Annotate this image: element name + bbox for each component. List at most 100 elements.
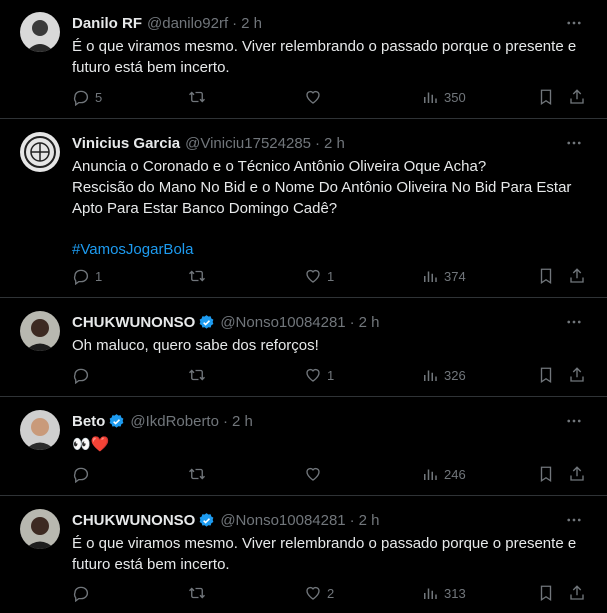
hashtag-link[interactable]: #VamosJogarBola <box>72 239 589 260</box>
more-icon[interactable] <box>565 511 583 529</box>
retweet-button[interactable] <box>188 265 206 287</box>
author-handle[interactable]: @IkdRoberto <box>130 413 219 430</box>
post-time[interactable]: 2 h <box>241 15 262 32</box>
bookmark-icon <box>540 268 552 285</box>
views-count: 313 <box>444 585 466 601</box>
views-count: 246 <box>444 466 466 482</box>
like-icon <box>306 90 320 104</box>
share-icon <box>570 466 584 481</box>
views-button[interactable]: 246 <box>421 463 466 485</box>
post-time[interactable]: 2 h <box>324 135 345 152</box>
post[interactable]: CHUKWUNONSO @Nonso10084281 · 2 h Oh malu… <box>0 299 607 397</box>
post[interactable]: Danilo RF @danilo92rf · 2 h É o que vira… <box>0 0 607 119</box>
bookmark-button[interactable] <box>537 582 555 604</box>
separator-dot: · <box>315 134 321 152</box>
retweet-button[interactable] <box>188 86 206 108</box>
verified-badge-icon <box>199 512 214 527</box>
views-icon <box>424 92 437 103</box>
share-icon <box>570 89 584 104</box>
author-handle[interactable]: @Nonso10084281 <box>220 314 345 331</box>
retweet-button[interactable] <box>188 463 206 485</box>
share-button[interactable] <box>568 364 586 386</box>
post-time[interactable]: 2 h <box>359 512 380 529</box>
retweet-button[interactable] <box>188 364 206 386</box>
avatar[interactable] <box>20 410 60 450</box>
avatar[interactable] <box>20 311 60 351</box>
more-icon[interactable] <box>565 14 583 32</box>
bookmark-button[interactable] <box>537 86 555 108</box>
share-icon <box>570 367 584 382</box>
like-button[interactable]: 2 <box>304 582 334 604</box>
author-name[interactable]: Beto <box>72 413 105 430</box>
reply-icon <box>73 90 89 106</box>
reply-button[interactable]: 5 <box>72 86 102 108</box>
retweet-icon <box>189 369 205 381</box>
share-button[interactable] <box>568 265 586 287</box>
author-handle[interactable]: @Viniciu17524285 <box>185 135 311 152</box>
bookmark-button[interactable] <box>537 265 555 287</box>
avatar[interactable] <box>20 12 60 52</box>
share-button[interactable] <box>568 463 586 485</box>
avatar[interactable] <box>20 132 60 172</box>
author-name[interactable]: Vinicius Garcia <box>72 135 180 152</box>
author-name[interactable]: CHUKWUNONSO <box>72 314 195 331</box>
action-bar: 5 350 <box>72 86 590 108</box>
views-button[interactable]: 374 <box>421 265 466 287</box>
like-button[interactable]: 1 <box>304 265 334 287</box>
like-count: 2 <box>327 585 335 601</box>
like-count: 1 <box>327 268 335 284</box>
retweet-button[interactable] <box>188 582 206 604</box>
more-icon[interactable] <box>565 134 583 152</box>
bookmark-icon <box>540 367 552 384</box>
author-name[interactable]: CHUKWUNONSO <box>72 512 195 529</box>
reply-button[interactable] <box>72 582 90 604</box>
bookmark-button[interactable] <box>537 463 555 485</box>
post-text: É o que viramos mesmo. Viver relembrando… <box>72 36 589 78</box>
post-text-line: É o que viramos mesmo. Viver relembrando… <box>72 535 577 573</box>
post-text: Oh maluco, quero sabe dos reforços! <box>72 335 589 356</box>
reply-button[interactable] <box>72 463 90 485</box>
like-button[interactable] <box>304 86 322 108</box>
views-button[interactable]: 350 <box>421 86 466 108</box>
views-button[interactable]: 326 <box>421 364 466 386</box>
reply-icon <box>73 269 89 285</box>
separator-dot: · <box>349 511 355 529</box>
like-icon <box>306 467 320 481</box>
like-button[interactable]: 1 <box>304 364 334 386</box>
post[interactable]: Beto @IkdRoberto · 2 h 👀❤️ 246 <box>0 398 607 496</box>
action-bar: 246 <box>72 463 590 485</box>
post[interactable]: Vinicius Garcia @Viniciu17524285 · 2 h A… <box>0 120 607 298</box>
post[interactable]: CHUKWUNONSO @Nonso10084281 · 2 h É o que… <box>0 497 607 613</box>
like-icon <box>306 586 320 600</box>
post-text: É o que viramos mesmo. Viver relembrando… <box>72 533 589 575</box>
separator-dot: · <box>349 313 355 331</box>
author-handle[interactable]: @danilo92rf <box>147 15 228 32</box>
more-icon[interactable] <box>565 412 583 430</box>
post-time[interactable]: 2 h <box>232 413 253 430</box>
more-icon[interactable] <box>565 313 583 331</box>
author-handle[interactable]: @Nonso10084281 <box>220 512 345 529</box>
bookmark-button[interactable] <box>537 364 555 386</box>
reply-icon <box>73 467 89 483</box>
action-bar: 1 1 374 <box>72 265 590 287</box>
verified-badge-icon <box>109 413 124 428</box>
post-text-line: Anuncia o Coronado e o Técnico Antônio O… <box>72 158 487 175</box>
bookmark-icon <box>540 585 552 602</box>
reply-button[interactable] <box>72 364 90 386</box>
separator-dot: · <box>222 412 228 430</box>
reply-icon <box>73 586 89 602</box>
retweet-icon <box>189 270 205 282</box>
like-button[interactable] <box>304 463 322 485</box>
post-text: Anuncia o Coronado e o Técnico Antônio O… <box>72 156 589 260</box>
share-button[interactable] <box>568 582 586 604</box>
post-text: 👀❤️ <box>72 434 589 455</box>
post-time[interactable]: 2 h <box>359 314 380 331</box>
author-name[interactable]: Danilo RF <box>72 15 142 32</box>
reply-count: 5 <box>95 89 103 105</box>
avatar[interactable] <box>20 509 60 549</box>
views-button[interactable]: 313 <box>421 582 466 604</box>
reply-button[interactable]: 1 <box>72 265 102 287</box>
share-button[interactable] <box>568 86 586 108</box>
retweet-icon <box>189 468 205 480</box>
views-icon <box>424 271 437 282</box>
